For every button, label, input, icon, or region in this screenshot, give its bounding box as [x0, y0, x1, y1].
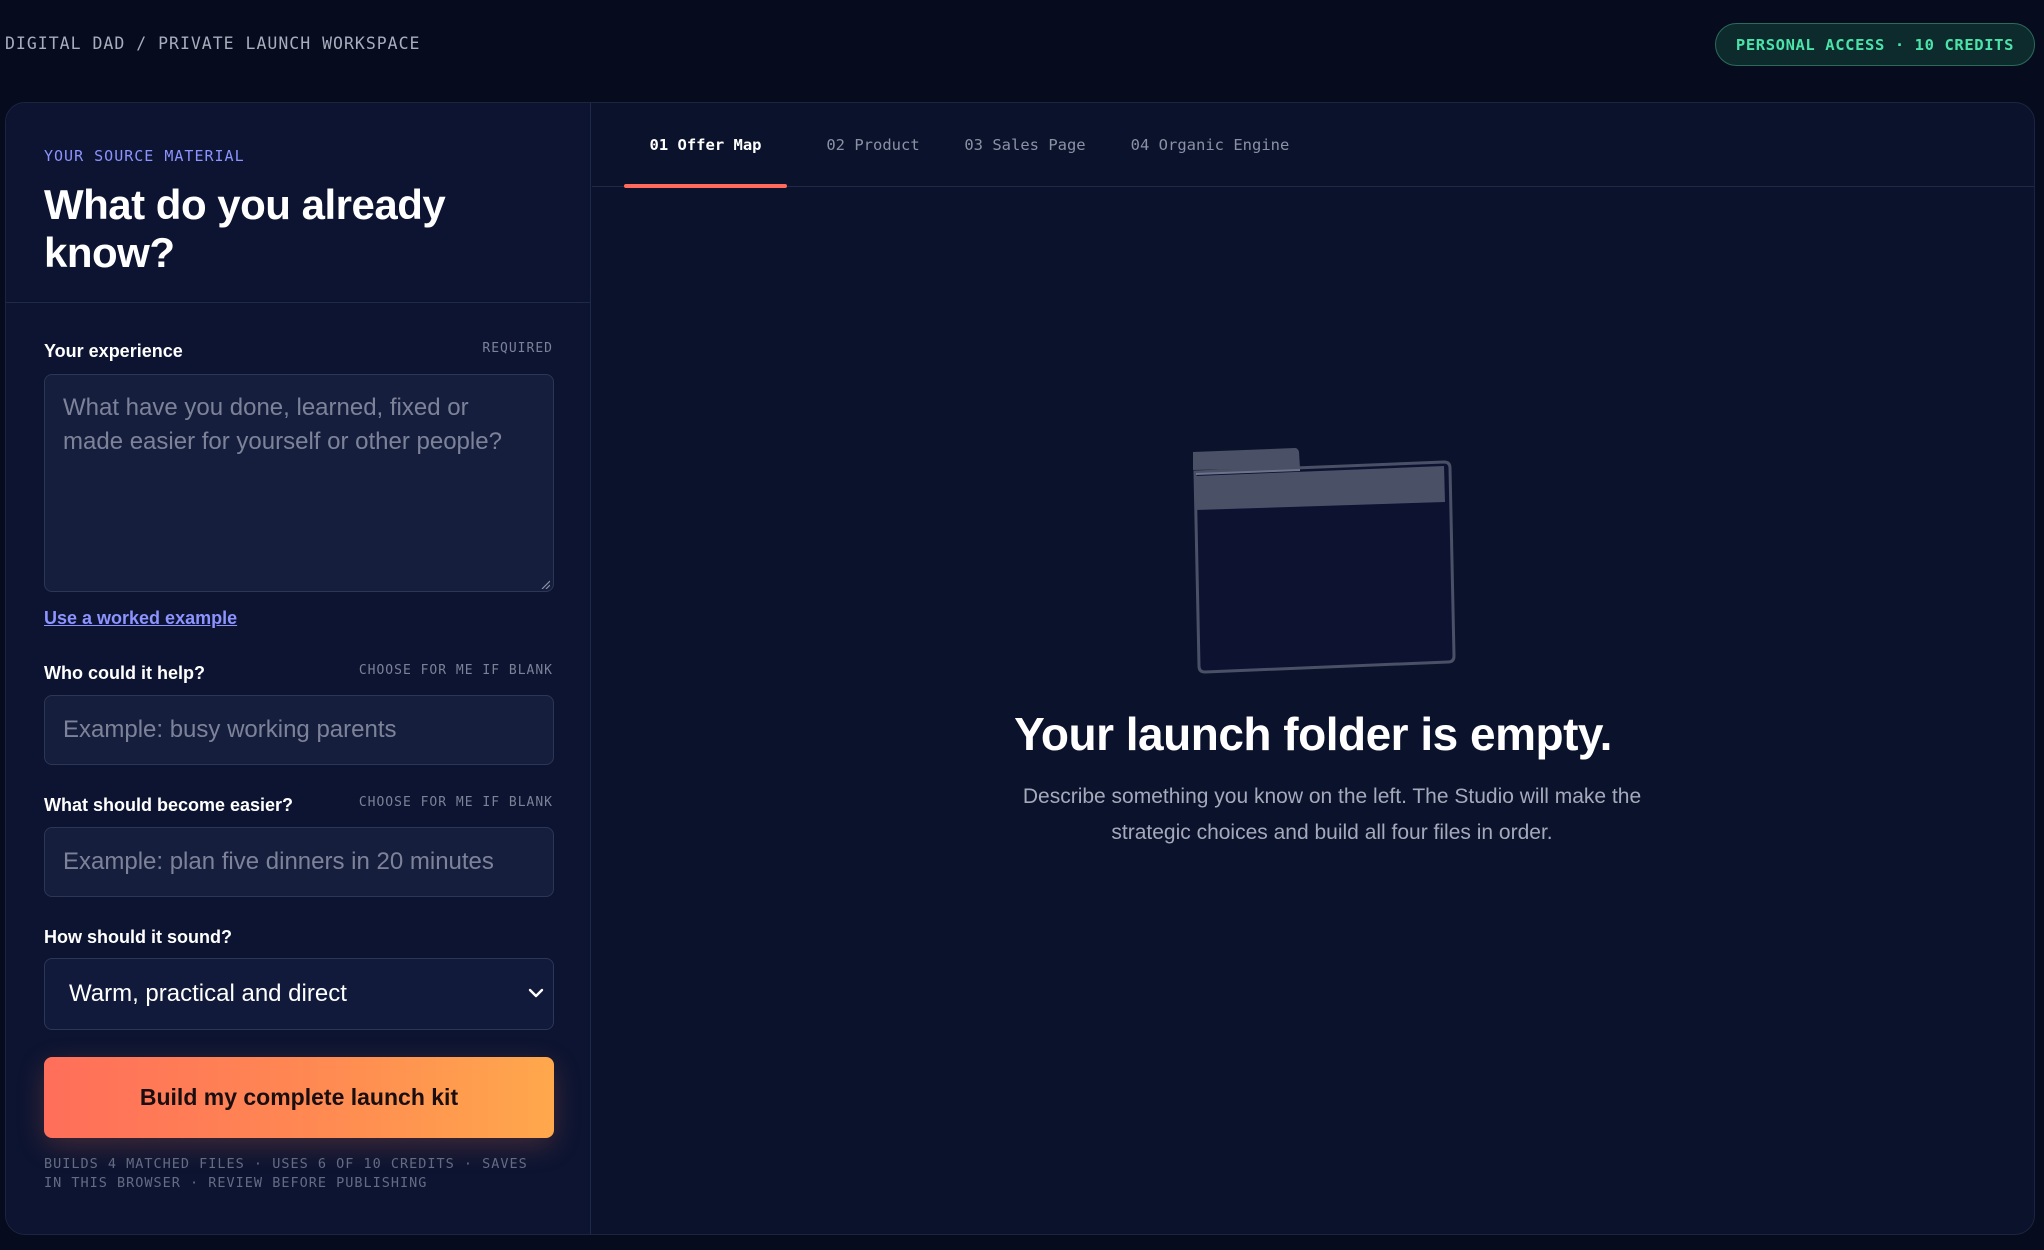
build-footnote: BUILDS 4 MATCHED FILES · USES 6 OF 10 CR…	[44, 1156, 528, 1191]
file-tabs: 01 Offer Map 02 Product 03 Sales Page 04…	[592, 103, 2034, 188]
top-bar: DIGITAL DAD / PRIVATE LAUNCH WORKSPACE P…	[0, 0, 2044, 100]
tab-product[interactable]: 02 Product	[810, 103, 936, 187]
tab-offer-map[interactable]: 01 Offer Map	[624, 103, 787, 188]
chevron-down-icon	[528, 988, 544, 998]
resize-grip-icon[interactable]	[540, 579, 550, 589]
workspace-card: YOUR SOURCE MATERIAL What do you already…	[5, 102, 2035, 1235]
panel-eyebrow: YOUR SOURCE MATERIAL	[44, 147, 245, 165]
folder-icon	[1193, 448, 1456, 674]
source-material-panel: YOUR SOURCE MATERIAL What do you already…	[6, 103, 591, 1234]
outcome-hint: CHOOSE FOR ME IF BLANK	[358, 795, 553, 810]
tab-sales-page[interactable]: 03 Sales Page	[952, 103, 1098, 187]
empty-state-description: Describe something you know on the left.…	[1022, 785, 1642, 844]
tone-selected-value: Warm, practical and direct	[69, 980, 347, 1007]
outcome-input[interactable]	[44, 827, 554, 897]
empty-state-title: Your launch folder is empty.	[1014, 708, 1612, 760]
tone-label: How should it sound?	[44, 927, 232, 947]
panel-title: What do you already know?	[44, 181, 446, 276]
audience-input[interactable]	[44, 695, 554, 765]
build-launch-kit-button[interactable]: Build my complete launch kit	[44, 1057, 554, 1138]
experience-label: Your experience	[44, 341, 183, 361]
use-worked-example-link[interactable]: Use a worked example	[44, 608, 237, 629]
experience-required-hint: REQUIRED	[482, 341, 553, 356]
outcome-label: What should become easier?	[44, 795, 294, 815]
breadcrumb: DIGITAL DAD / PRIVATE LAUNCH WORKSPACE	[5, 34, 421, 53]
experience-textarea[interactable]	[44, 374, 554, 592]
credits-badge: PERSONAL ACCESS · 10 CREDITS	[1714, 23, 2035, 66]
audience-hint: CHOOSE FOR ME IF BLANK	[358, 663, 553, 678]
tone-select[interactable]: Warm, practical and direct	[44, 958, 554, 1030]
panel-header: YOUR SOURCE MATERIAL What do you already…	[6, 103, 590, 303]
tab-organic-engine[interactable]: 04 Organic Engine	[1114, 103, 1306, 187]
audience-label: Who could it help?	[44, 663, 205, 683]
output-panel: 01 Offer Map 02 Product 03 Sales Page 04…	[592, 103, 2034, 1234]
